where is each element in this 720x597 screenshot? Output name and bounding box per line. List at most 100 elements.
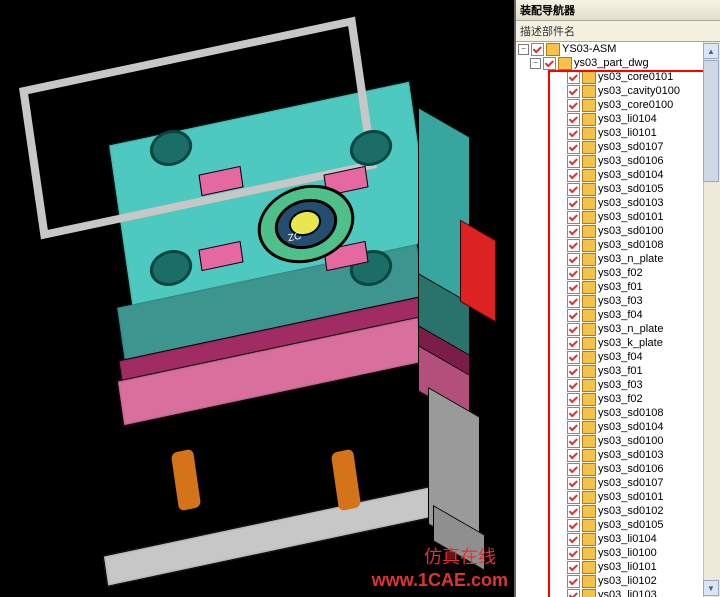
tree-node[interactable]: ys03_core0100 xyxy=(516,98,720,112)
visibility-checkbox[interactable] xyxy=(531,43,544,56)
visibility-checkbox[interactable] xyxy=(567,127,580,140)
tree-node[interactable]: ys03_cavity0100 xyxy=(516,84,720,98)
scroll-down-button[interactable]: ▼ xyxy=(703,580,719,596)
tree-node[interactable]: ys03_n_plate xyxy=(516,322,720,336)
visibility-checkbox[interactable] xyxy=(567,491,580,504)
visibility-checkbox[interactable] xyxy=(567,533,580,546)
visibility-checkbox[interactable] xyxy=(567,589,580,597)
visibility-checkbox[interactable] xyxy=(567,337,580,350)
visibility-checkbox[interactable] xyxy=(567,85,580,98)
visibility-checkbox[interactable] xyxy=(567,309,580,322)
visibility-checkbox[interactable] xyxy=(567,253,580,266)
visibility-checkbox[interactable] xyxy=(567,267,580,280)
visibility-checkbox[interactable] xyxy=(567,239,580,252)
tree-node[interactable]: ys03_f04 xyxy=(516,350,720,364)
scroll-up-button[interactable]: ▲ xyxy=(703,43,719,59)
visibility-checkbox[interactable] xyxy=(567,547,580,560)
visibility-checkbox[interactable] xyxy=(567,281,580,294)
tree-node[interactable]: ys03_sd0105 xyxy=(516,182,720,196)
visibility-checkbox[interactable] xyxy=(567,99,580,112)
visibility-checkbox[interactable] xyxy=(567,407,580,420)
scroll-thumb[interactable] xyxy=(703,60,719,182)
tree-node[interactable]: ys03_f02 xyxy=(516,266,720,280)
tree-node[interactable]: ys03_sd0108 xyxy=(516,406,720,420)
tree-node[interactable]: ys03_sd0100 xyxy=(516,434,720,448)
tree-node[interactable]: ys03_li0104 xyxy=(516,532,720,546)
part-icon xyxy=(582,365,596,378)
tree-node[interactable]: ys03_k_plate xyxy=(516,336,720,350)
tree-node[interactable]: ys03_sd0103 xyxy=(516,196,720,210)
tree-node[interactable]: ys03_sd0101 xyxy=(516,210,720,224)
visibility-checkbox[interactable] xyxy=(567,71,580,84)
visibility-checkbox[interactable] xyxy=(567,435,580,448)
tree-node[interactable]: ys03_sd0105 xyxy=(516,518,720,532)
part-icon xyxy=(582,323,596,336)
visibility-checkbox[interactable] xyxy=(567,561,580,574)
node-label: ys03_li0104 xyxy=(598,112,657,126)
visibility-checkbox[interactable] xyxy=(567,155,580,168)
part-icon xyxy=(582,155,596,168)
assembly-tree[interactable]: −YS03-ASM−ys03_part_dwgys03_core0101ys03… xyxy=(516,42,720,597)
visibility-checkbox[interactable] xyxy=(567,323,580,336)
collapse-icon[interactable]: − xyxy=(518,44,529,55)
tree-node[interactable]: ys03_li0101 xyxy=(516,560,720,574)
visibility-checkbox[interactable] xyxy=(567,477,580,490)
node-label: ys03_sd0108 xyxy=(598,238,663,252)
tree-node[interactable]: ys03_f01 xyxy=(516,280,720,294)
tree-node[interactable]: ys03_li0101 xyxy=(516,126,720,140)
tree-node[interactable]: ys03_sd0103 xyxy=(516,448,720,462)
visibility-checkbox[interactable] xyxy=(567,351,580,364)
tree-node[interactable]: ys03_sd0107 xyxy=(516,140,720,154)
tree-node[interactable]: ys03_sd0108 xyxy=(516,238,720,252)
tree-node[interactable]: ys03_n_plate xyxy=(516,252,720,266)
tree-node[interactable]: ys03_sd0104 xyxy=(516,168,720,182)
tree-node[interactable]: ys03_f03 xyxy=(516,294,720,308)
tree-node[interactable]: ys03_sd0101 xyxy=(516,490,720,504)
visibility-checkbox[interactable] xyxy=(567,379,580,392)
visibility-checkbox[interactable] xyxy=(567,393,580,406)
tree-node[interactable]: −ys03_part_dwg xyxy=(516,56,720,70)
tree-node[interactable]: ys03_sd0107 xyxy=(516,476,720,490)
tree-node[interactable]: ys03_core0101 xyxy=(516,70,720,84)
tree-node[interactable]: ys03_f02 xyxy=(516,392,720,406)
tree-node[interactable]: ys03_sd0106 xyxy=(516,462,720,476)
visibility-checkbox[interactable] xyxy=(567,519,580,532)
visibility-checkbox[interactable] xyxy=(567,211,580,224)
tree-node[interactable]: ys03_li0104 xyxy=(516,112,720,126)
tree-node[interactable]: ys03_f03 xyxy=(516,378,720,392)
tree-node[interactable]: ys03_f04 xyxy=(516,308,720,322)
visibility-checkbox[interactable] xyxy=(567,183,580,196)
twist-spacer xyxy=(556,479,565,488)
visibility-checkbox[interactable] xyxy=(567,295,580,308)
tree-node[interactable]: ys03_sd0104 xyxy=(516,420,720,434)
visibility-checkbox[interactable] xyxy=(567,449,580,462)
tree-node[interactable]: ys03_li0102 xyxy=(516,574,720,588)
visibility-checkbox[interactable] xyxy=(567,421,580,434)
visibility-checkbox[interactable] xyxy=(567,463,580,476)
tree-node[interactable]: ys03_sd0102 xyxy=(516,504,720,518)
tree-node[interactable]: ys03_li0103 xyxy=(516,588,720,597)
tree-node[interactable]: ys03_f01 xyxy=(516,364,720,378)
node-label: ys03_sd0101 xyxy=(598,210,663,224)
tree-node[interactable]: ys03_li0100 xyxy=(516,546,720,560)
collapse-icon[interactable]: − xyxy=(530,58,541,69)
visibility-checkbox[interactable] xyxy=(567,113,580,126)
visibility-checkbox[interactable] xyxy=(567,141,580,154)
part-icon xyxy=(582,309,596,322)
tree-node[interactable]: −YS03-ASM xyxy=(516,42,720,56)
visibility-checkbox[interactable] xyxy=(567,505,580,518)
tree-node[interactable]: ys03_sd0106 xyxy=(516,154,720,168)
viewport-3d[interactable]: 1CAE.COM xyxy=(0,0,516,597)
node-label: ys03_sd0103 xyxy=(598,448,663,462)
part-icon xyxy=(582,449,596,462)
visibility-checkbox[interactable] xyxy=(567,197,580,210)
visibility-checkbox[interactable] xyxy=(567,365,580,378)
visibility-checkbox[interactable] xyxy=(543,57,556,70)
visibility-checkbox[interactable] xyxy=(567,575,580,588)
part-icon xyxy=(582,393,596,406)
scrollbar-track[interactable]: ▲ ▼ xyxy=(703,42,720,597)
navigator-column-header[interactable]: 描述部件名 xyxy=(516,21,720,42)
visibility-checkbox[interactable] xyxy=(567,225,580,238)
visibility-checkbox[interactable] xyxy=(567,169,580,182)
tree-node[interactable]: ys03_sd0100 xyxy=(516,224,720,238)
